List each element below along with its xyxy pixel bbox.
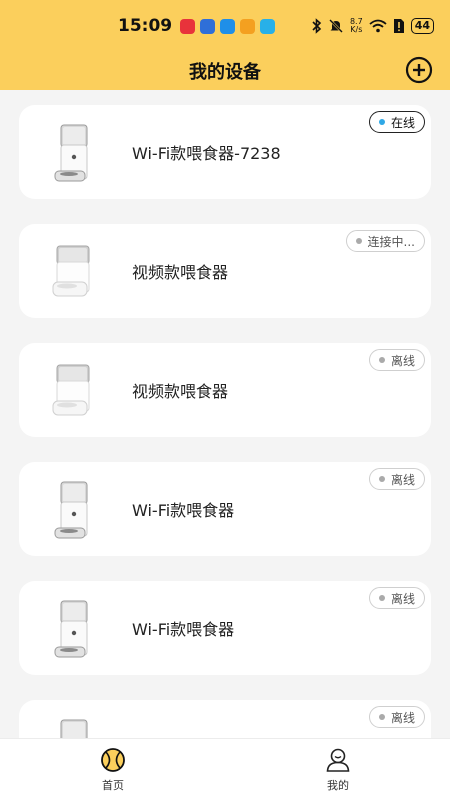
header: 15:09 8.7 K/s 44 我的设备 xyxy=(0,0,450,90)
device-list[interactable]: Wi-Fi款喂食器-7238 在线 视频款喂食器 连接中... 视频款喂食器 离… xyxy=(0,90,450,738)
status-right: 8.7 K/s 44 xyxy=(312,18,434,34)
profile-icon xyxy=(326,748,350,772)
home-ball-icon xyxy=(101,748,125,772)
device-status-badge: 离线 xyxy=(368,587,425,609)
battery-indicator: 44 xyxy=(410,18,434,34)
offline-dot-icon xyxy=(378,357,385,363)
wifi-feeder-image xyxy=(54,600,88,658)
tab-home[interactable]: 首页 xyxy=(73,747,153,795)
device-card[interactable]: Wi-Fi款喂食器-7238 在线 xyxy=(19,105,431,199)
tab-label: 首页 xyxy=(102,779,124,792)
device-card[interactable]: 离线 xyxy=(19,700,431,738)
net-speed: 8.7 K/s xyxy=(350,18,363,34)
wifi-feeder-image xyxy=(54,124,88,182)
notification-icons xyxy=(180,18,276,34)
status-dot-icon xyxy=(355,238,362,244)
device-status-text: 在线 xyxy=(390,115,415,130)
mute-bell-icon xyxy=(329,19,343,33)
wifi-feeder-image xyxy=(60,719,88,738)
status-bar: 15:09 8.7 K/s 44 xyxy=(0,0,450,52)
device-card[interactable]: Wi-Fi款喂食器 离线 xyxy=(19,462,431,556)
notification-app-icon xyxy=(240,18,256,34)
device-status-badge: 离线 xyxy=(368,468,425,490)
tab-profile[interactable]: 我的 xyxy=(298,747,378,795)
add-device-button[interactable] xyxy=(405,56,433,84)
device-name: 视频款喂食器 xyxy=(132,382,229,401)
device-name: Wi-Fi款喂食器 xyxy=(132,501,235,520)
device-status-text: 离线 xyxy=(390,591,415,606)
device-name: 视频款喂食器 xyxy=(132,263,229,282)
device-status-text: 离线 xyxy=(390,472,415,487)
title-bar: 我的设备 xyxy=(0,52,450,90)
tab-label: 我的 xyxy=(327,779,349,792)
device-card[interactable]: 视频款喂食器 离线 xyxy=(19,343,431,437)
notification-app-icon xyxy=(220,18,236,34)
device-status-badge: 离线 xyxy=(368,706,425,728)
sim-alert-icon xyxy=(393,19,404,33)
net-speed-unit: K/s xyxy=(350,25,363,34)
device-name: Wi-Fi款喂食器-7238 xyxy=(132,144,281,163)
offline-dot-icon xyxy=(378,595,385,601)
device-status-badge: 在线 xyxy=(368,111,425,133)
notification-app-icon xyxy=(260,18,276,34)
offline-dot-icon xyxy=(378,476,385,482)
page-title: 我的设备 xyxy=(189,62,261,83)
video-feeder-image xyxy=(52,364,90,416)
device-status-text: 离线 xyxy=(390,710,415,725)
status-time: 15:09 xyxy=(118,16,173,36)
wifi-icon xyxy=(369,19,387,33)
online-dot-icon xyxy=(378,119,385,125)
device-status-badge: 连接中... xyxy=(345,230,425,252)
device-card[interactable]: 视频款喂食器 连接中... xyxy=(19,224,431,318)
device-status-text: 连接中... xyxy=(367,234,415,249)
device-name: Wi-Fi款喂食器 xyxy=(132,620,235,639)
bottom-tab-bar: 首页 我的 xyxy=(0,738,450,800)
device-status-text: 离线 xyxy=(390,353,415,368)
offline-dot-icon xyxy=(378,714,385,720)
notification-app-icon xyxy=(180,18,196,34)
video-feeder-image xyxy=(52,245,90,297)
wifi-feeder-image xyxy=(54,481,88,539)
device-card[interactable]: Wi-Fi款喂食器 离线 xyxy=(19,581,431,675)
bluetooth-icon xyxy=(312,18,322,34)
notification-app-icon xyxy=(200,18,216,34)
device-status-badge: 离线 xyxy=(368,349,425,371)
